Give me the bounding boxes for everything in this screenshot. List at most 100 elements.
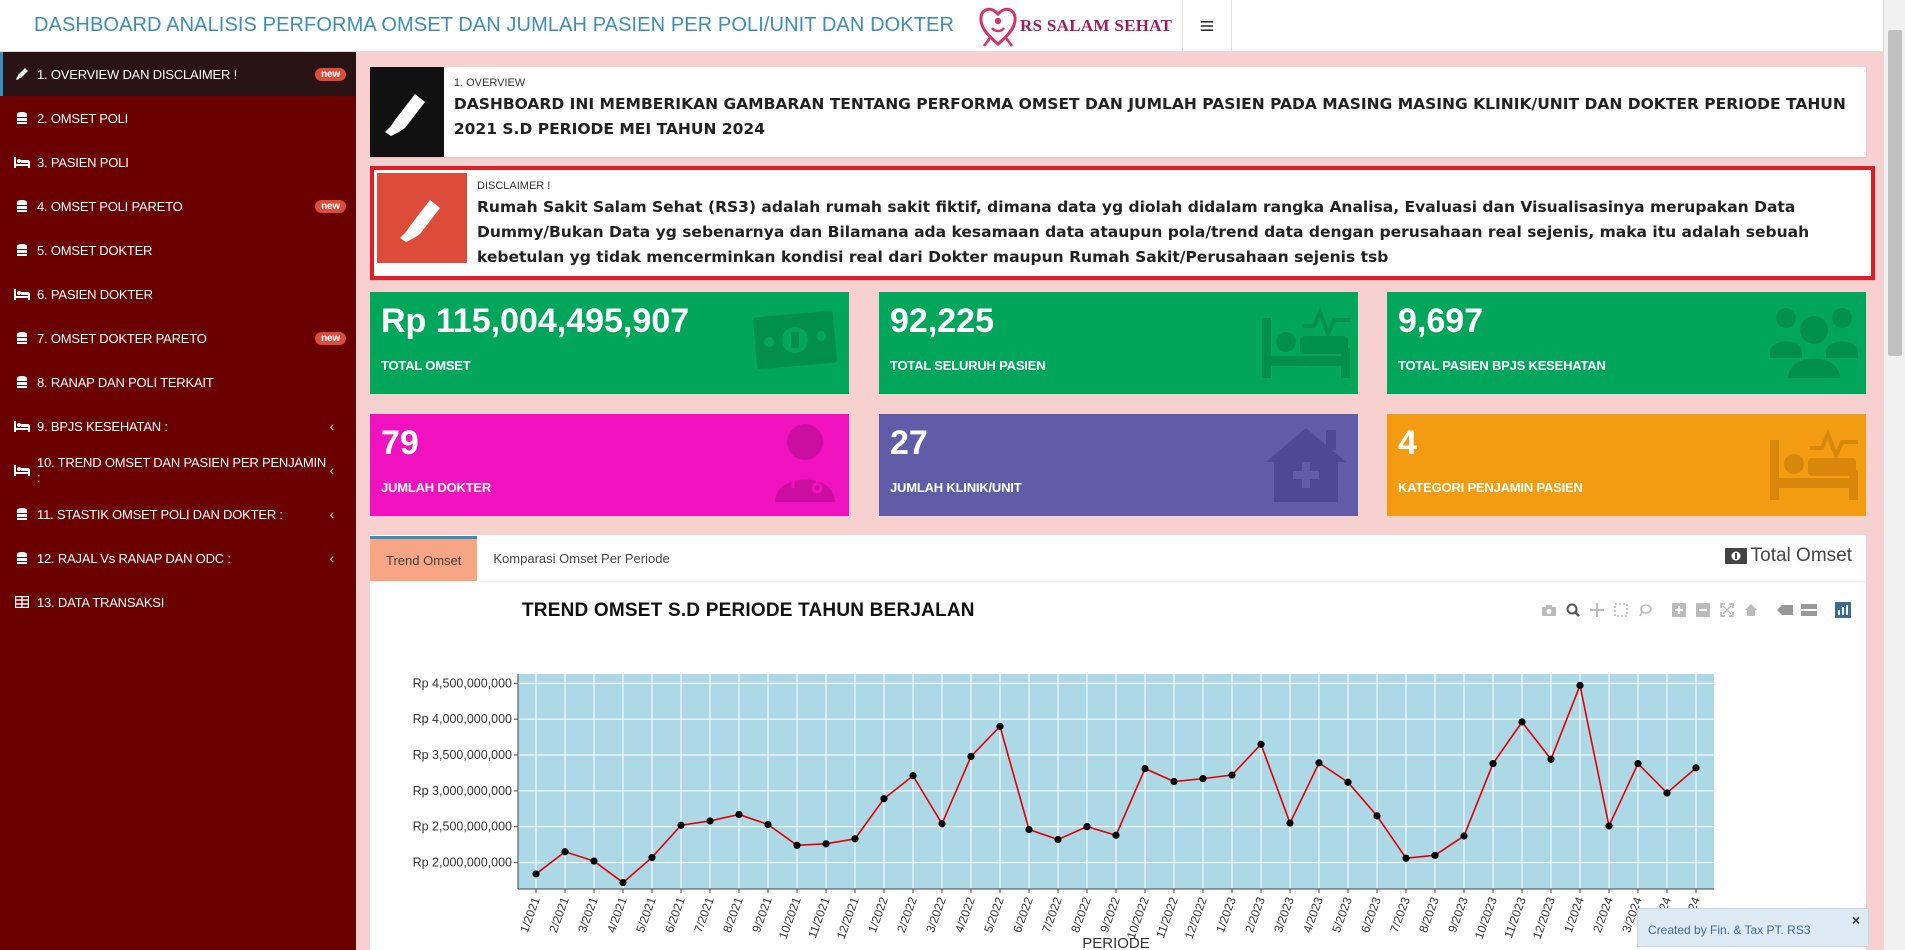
- total-bpjs-label: TOTAL PASIEN BPJS KESEHATAN: [1398, 358, 1606, 373]
- sidebar-item-omset-dokter[interactable]: 5. OMSET DOKTER: [0, 228, 356, 272]
- sidebar-item-data-transaksi[interactable]: 13. DATA TRANSAKSI: [0, 580, 356, 624]
- overview-text: 1. OVERVIEW DASHBOARD INI MEMBERIKAN GAM…: [444, 67, 1866, 157]
- data-point: [822, 840, 830, 848]
- bed-icon: [14, 154, 30, 170]
- disclaimer-box: DISCLAIMER ! Rumah Sakit Salam Sehat (RS…: [370, 166, 1875, 280]
- data-point: [1228, 771, 1236, 779]
- trend-line-chart[interactable]: Rp 2,000,000,000 Rp 2,500,000,000 Rp 3,000…: [370, 582, 1866, 950]
- x-axis-title: PERIODE: [1082, 935, 1150, 950]
- x-tick-label: 8/2023: [1416, 895, 1442, 935]
- x-tick-label: 3/2022: [923, 895, 949, 935]
- x-tick-label: 12/2023: [1530, 895, 1558, 941]
- jumlah-klinik-value: 27: [890, 424, 928, 462]
- valuebox-kategori-penjamin: 4 KATEGORI PENJAMIN PASIEN: [1387, 414, 1866, 516]
- data-point: [590, 857, 598, 865]
- x-tick-label: 9/2022: [1097, 895, 1123, 935]
- data-point: [1170, 777, 1178, 786]
- sidebar-toggle-button[interactable]: [1182, 0, 1232, 52]
- table-icon: [14, 594, 30, 610]
- new-badge: new: [315, 67, 346, 81]
- sidebar-item-rajal-ranap[interactable]: 12. RAJAL Vs RANAP DAN ODC : ‹: [0, 536, 356, 580]
- trend-panel: Trend Omset Komparasi Omset Per Periode …: [370, 535, 1866, 950]
- total-omset-label: TOTAL OMSET: [381, 358, 471, 373]
- coins-icon: [14, 198, 30, 214]
- x-tick-label: 8/2021: [720, 895, 746, 935]
- x-tick-label: 10/2022: [1124, 895, 1152, 941]
- data-point: [1257, 740, 1265, 748]
- highlighter-icon: [400, 200, 440, 242]
- data-point: [996, 722, 1004, 730]
- disclaimer-description: Rumah Sakit Salam Sehat (RS3) adalah rum…: [477, 198, 1810, 266]
- data-point: [735, 810, 743, 819]
- y-tick-label: Rp 4,500,000,000: [413, 676, 512, 690]
- data-point: [967, 752, 975, 761]
- scrollbar-thumb[interactable]: [1888, 30, 1902, 356]
- page-scrollbar[interactable]: [1883, 0, 1905, 950]
- doctor-icon: [775, 424, 835, 502]
- data-point: [1025, 825, 1033, 834]
- x-tick-label: 11/2023: [1501, 895, 1529, 940]
- chevron-left-icon: ‹: [329, 462, 335, 478]
- data-point: [1199, 775, 1207, 783]
- credit-notification: Created by Fin. & Tax PT. RS3 ×: [1637, 908, 1869, 947]
- sidebar-item-label: 9. BPJS KESEHATAN :: [37, 418, 168, 434]
- data-point: [1605, 822, 1613, 830]
- tab-trend-omset[interactable]: Trend Omset: [370, 536, 478, 581]
- x-tick-label: 1/2022: [865, 895, 891, 935]
- valuebox-total-omset: Rp 115,004,495,907 TOTAL OMSET: [370, 292, 849, 394]
- bed-pulse-icon: [1770, 428, 1858, 500]
- total-omset-value: Rp 115,004,495,907: [381, 302, 690, 340]
- data-point: [1489, 759, 1497, 768]
- sidebar-item-trend-penjamin[interactable]: 10. TREND OMSET DAN PASIEN PER PENJAMIN …: [0, 448, 356, 492]
- new-badge: new: [315, 199, 346, 213]
- data-point: [1315, 759, 1323, 767]
- data-point: [1402, 854, 1410, 862]
- data-point: [648, 853, 656, 862]
- sidebar-item-label: 13. DATA TRANSAKSI: [37, 594, 165, 610]
- sidebar-item-label: 11. STASTIK OMSET POLI DAN DOKTER :: [37, 506, 283, 522]
- dashboard-title: DASHBOARD ANALISIS PERFORMA OMSET DAN JU…: [34, 14, 955, 36]
- sidebar-item-omset-dokter-pareto[interactable]: 7. OMSET DOKTER PARETO new: [0, 316, 356, 360]
- kategori-penjamin-value: 4: [1398, 424, 1417, 462]
- sidebar-item-pasien-dokter[interactable]: 6. PASIEN DOKTER: [0, 272, 356, 316]
- sidebar-item-omset-poli[interactable]: 2. OMSET POLI: [0, 96, 356, 140]
- money-icon: [1724, 548, 1747, 564]
- data-point: [1344, 778, 1352, 786]
- x-tick-label: 1/2024: [1561, 895, 1587, 935]
- y-tick-label: Rp 2,000,000,000: [413, 855, 512, 869]
- x-tick-label: 7/2022: [1039, 895, 1065, 935]
- sidebar-item-ranap-poli[interactable]: 8. RANAP DAN POLI TERKAIT: [0, 360, 356, 404]
- bed-icon: [14, 286, 30, 302]
- y-tick-label: Rp 3,000,000,000: [413, 784, 512, 798]
- tab-komparasi-omset[interactable]: Komparasi Omset Per Periode: [477, 536, 685, 581]
- x-tick-label: 1/2023: [1213, 895, 1239, 935]
- x-tick-label: 2/2024: [1590, 895, 1616, 935]
- users-icon: [1770, 308, 1858, 378]
- overview-description: DASHBOARD INI MEMBERIKAN GAMBARAN TENTAN…: [453, 95, 1846, 138]
- bed-icon: [14, 462, 30, 478]
- hamburger-icon: [1201, 20, 1213, 31]
- heart-logo-icon: [979, 7, 1017, 47]
- data-point: [1431, 851, 1439, 859]
- sidebar-item-omset-poli-pareto[interactable]: 4. OMSET POLI PARETO new: [0, 184, 356, 228]
- x-tick-label: 7/2023: [1387, 895, 1413, 935]
- x-tick-label: 11/2022: [1153, 895, 1181, 940]
- data-point: [1083, 823, 1091, 831]
- sidebar-item-label: 10. TREND OMSET DAN PASIEN PER PENJAMIN …: [37, 455, 327, 485]
- x-tick-label: 12/2022: [1182, 895, 1210, 941]
- house-medical-icon: [1266, 428, 1346, 502]
- tab-bar: Trend Omset Komparasi Omset Per Periode …: [370, 535, 1866, 582]
- hospital-logo[interactable]: RS SALAM SEHAT: [968, 0, 1182, 52]
- sidebar-item-overview[interactable]: 1. OVERVIEW DAN DISCLAIMER ! new: [0, 52, 356, 96]
- sidebar-item-label: 1. OVERVIEW DAN DISCLAIMER !: [37, 66, 238, 82]
- disclaimer-subtitle: DISCLAIMER !: [477, 180, 551, 192]
- y-tick-label: Rp 3,500,000,000: [413, 748, 512, 762]
- sidebar-item-bpjs[interactable]: 9. BPJS KESEHATAN : ‹: [0, 404, 356, 448]
- sidebar-item-pasien-poli[interactable]: 3. PASIEN POLI: [0, 140, 356, 184]
- sidebar-item-statistik[interactable]: 11. STASTIK OMSET POLI DAN DOKTER : ‹: [0, 492, 356, 536]
- close-icon[interactable]: ×: [1852, 912, 1860, 928]
- data-point: [561, 848, 569, 856]
- sidebar-item-label: 7. OMSET DOKTER PARETO: [37, 330, 207, 346]
- coins-icon: [14, 550, 30, 566]
- x-tick-label: 4/2022: [952, 895, 978, 935]
